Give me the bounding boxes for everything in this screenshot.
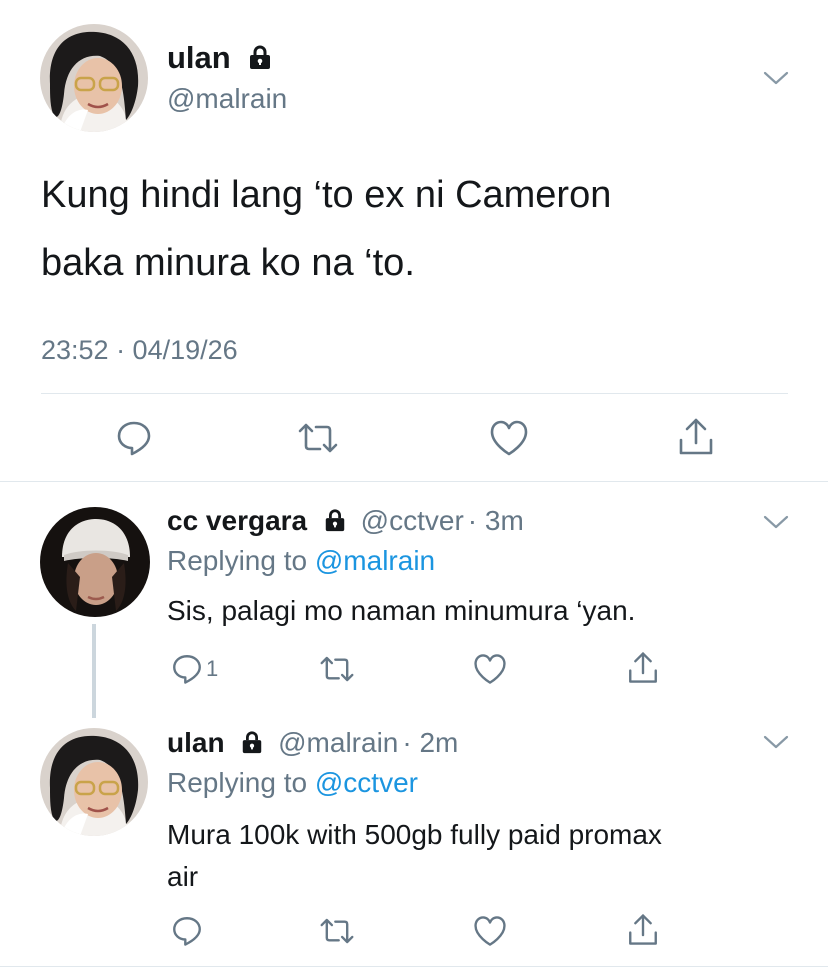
reply-icon[interactable] xyxy=(114,418,154,458)
handle[interactable]: @malrain xyxy=(167,82,287,116)
chevron-down-icon[interactable] xyxy=(762,732,790,752)
lock-icon xyxy=(323,508,347,532)
reply-icon[interactable] xyxy=(170,652,204,686)
lock-icon xyxy=(247,44,273,70)
tweet-timestamp[interactable]: 23:52 · 04/19/26 xyxy=(41,334,238,366)
reply-icon[interactable] xyxy=(170,914,204,948)
reply-count: 1 xyxy=(206,656,219,681)
like-icon[interactable] xyxy=(472,652,508,686)
share-icon[interactable] xyxy=(676,416,716,458)
tweet-text-line-1: Kung hindi lang ‘to ex ni Cameron xyxy=(41,174,612,216)
tweet-text-line-2: baka minura ko na ‘to. xyxy=(41,242,415,284)
display-name[interactable]: ulan xyxy=(167,40,231,75)
retweet-icon[interactable] xyxy=(318,914,356,948)
like-icon[interactable] xyxy=(472,914,508,948)
divider xyxy=(41,393,788,394)
avatar[interactable] xyxy=(40,507,150,617)
chevron-down-icon[interactable] xyxy=(762,68,790,88)
tweet-time: · 3m xyxy=(467,505,524,536)
avatar[interactable] xyxy=(40,728,148,836)
replying-to-link[interactable]: @cctver xyxy=(315,767,418,798)
display-name[interactable]: cc vergara xyxy=(167,505,307,536)
share-icon[interactable] xyxy=(626,912,660,948)
handle[interactable]: @cctver xyxy=(361,505,464,536)
tweet-time: · 2m xyxy=(402,727,459,758)
replying-to-label: Replying to xyxy=(167,545,308,576)
reply-text: Sis, palagi mo naman minumura ‘yan. xyxy=(167,595,636,626)
chevron-down-icon[interactable] xyxy=(762,512,790,532)
replying-to-label: Replying to xyxy=(167,767,308,798)
replying-to-link[interactable]: @malrain xyxy=(315,545,435,576)
handle[interactable]: @malrain xyxy=(278,727,398,758)
reply-text-line-1: Mura 100k with 500gb fully paid promax xyxy=(167,819,662,850)
retweet-icon[interactable] xyxy=(318,652,356,686)
share-icon[interactable] xyxy=(626,650,660,686)
like-icon[interactable] xyxy=(488,418,530,458)
divider xyxy=(0,966,828,967)
divider xyxy=(0,481,828,482)
retweet-icon[interactable] xyxy=(296,418,340,458)
display-name[interactable]: ulan xyxy=(167,727,225,758)
lock-icon xyxy=(240,730,264,754)
reply-text-line-2: air xyxy=(167,861,199,892)
avatar[interactable] xyxy=(40,24,148,132)
thread-line xyxy=(92,624,96,718)
